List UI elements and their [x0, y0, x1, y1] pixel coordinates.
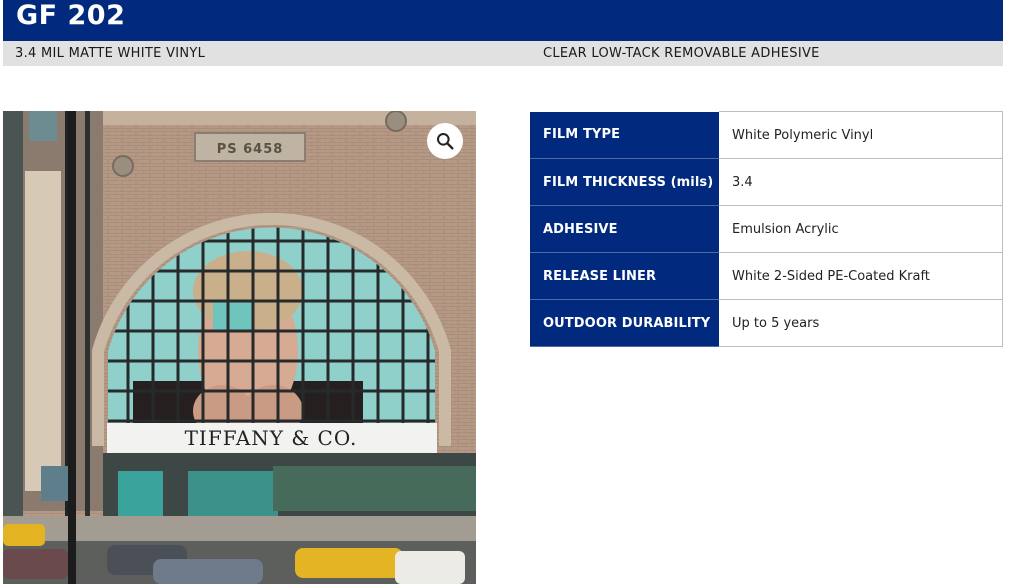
building-wrap-image: PS 6458 TIFFANY & CO.: [3, 111, 476, 584]
spec-row-release-liner: RELEASE LINER White 2-Sided PE-Coated Kr…: [530, 252, 1003, 300]
spec-label: FILM TYPE: [530, 111, 719, 159]
product-title-bar: GF 202: [3, 0, 1003, 41]
spec-value: White 2-Sided PE-Coated Kraft: [719, 252, 1003, 300]
spec-value: Up to 5 years: [719, 299, 1003, 347]
product-page: GF 202 3.4 MIL MATTE WHITE VINYL CLEAR L…: [0, 0, 1024, 584]
spec-label: ADHESIVE: [530, 205, 719, 253]
magnifier-icon: [437, 133, 454, 150]
spec-row-film-type: FILM TYPE White Polymeric Vinyl: [530, 111, 1003, 159]
spec-value: 3.4: [719, 158, 1003, 206]
spec-label: RELEASE LINER: [530, 252, 719, 300]
spec-row-outdoor-durability: OUTDOOR DURABILITY Up to 5 years: [530, 299, 1003, 347]
spec-row-film-thickness: FILM THICKNESS (mils) 3.4: [530, 158, 1003, 206]
product-photo[interactable]: PS 6458 TIFFANY & CO.: [3, 111, 476, 584]
film-description: 3.4 MIL MATTE WHITE VINYL: [15, 46, 206, 61]
product-subtitle-bar: 3.4 MIL MATTE WHITE VINYL CLEAR LOW-TACK…: [3, 41, 1003, 66]
spec-value: White Polymeric Vinyl: [719, 111, 1003, 159]
spec-label: FILM THICKNESS (mils): [530, 158, 719, 206]
spec-value: Emulsion Acrylic: [719, 205, 1003, 253]
signage-label: TIFFANY & CO.: [185, 426, 358, 450]
zoom-button[interactable]: [427, 123, 463, 159]
product-title: GF 202: [16, 0, 126, 31]
adhesive-description: CLEAR LOW-TACK REMOVABLE ADHESIVE: [543, 46, 820, 61]
plaque-label: PS 6458: [217, 142, 284, 157]
spec-table: FILM TYPE White Polymeric Vinyl FILM THI…: [530, 111, 1003, 347]
spec-row-adhesive: ADHESIVE Emulsion Acrylic: [530, 205, 1003, 253]
spec-label: OUTDOOR DURABILITY: [530, 299, 719, 347]
